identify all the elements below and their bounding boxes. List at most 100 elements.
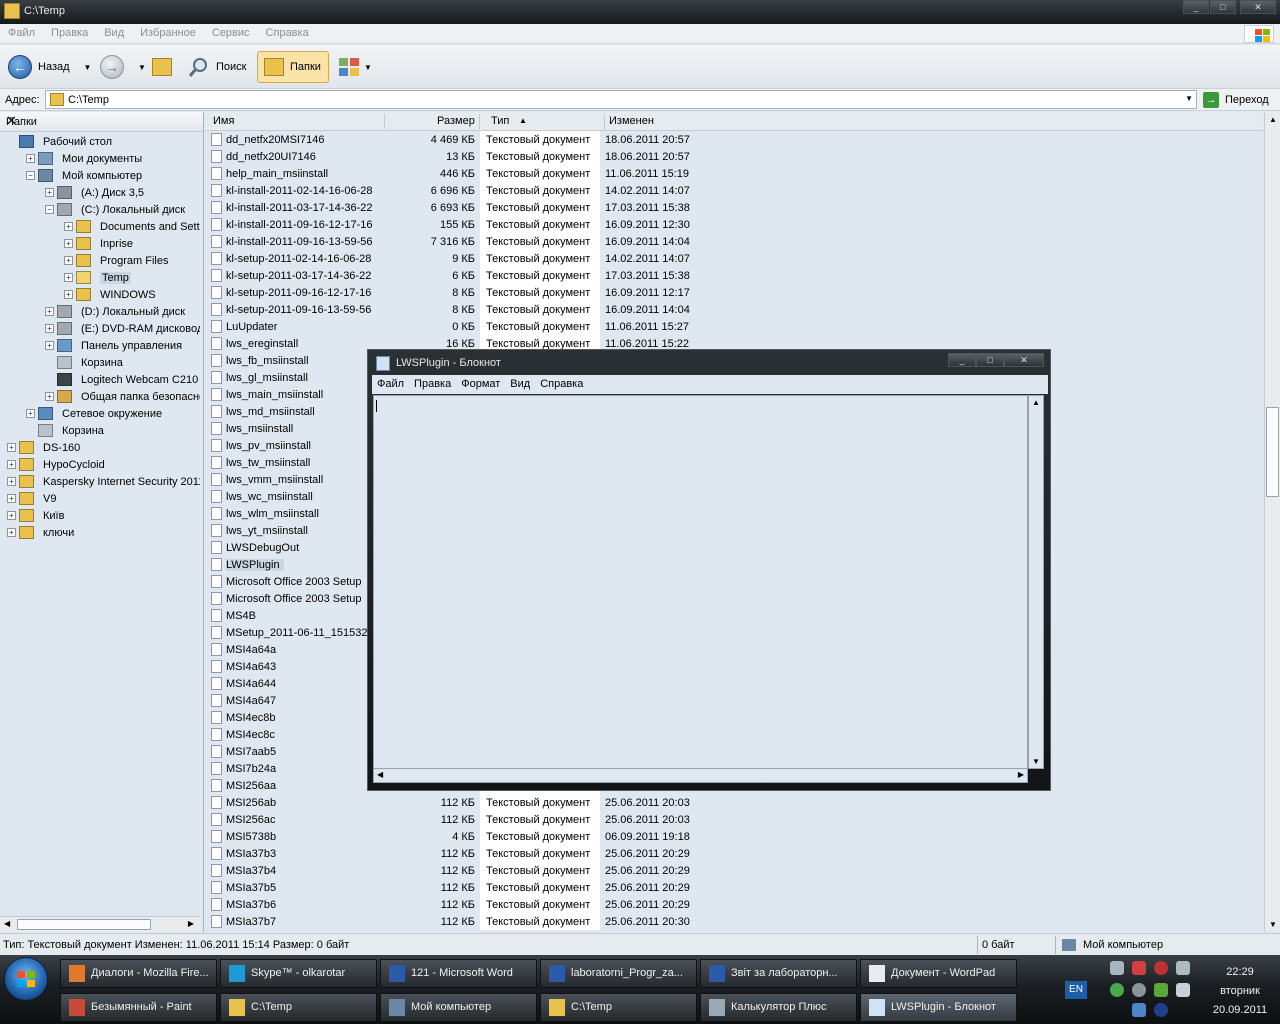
tree-item[interactable]: + (E:) DVD-RAM дисковод [0,321,200,338]
notepad-maximize-button[interactable]: □ [976,353,1004,367]
file-row[interactable]: kl-install-2011-02-14-16-06-28 6 696 КБ Те… [205,182,1263,199]
file-row[interactable]: kl-install-2011-03-17-14-36-22 6 693 КБ Те… [205,199,1263,216]
close-icon[interactable]: ✕ [6,113,191,129]
tree-item[interactable]: + Inprise [0,236,200,253]
notepad-horizontal-scrollbar[interactable]: ◀ ▶ [373,768,1028,783]
tray-network-icon[interactable] [1110,983,1124,997]
scroll-thumb[interactable] [17,919,151,930]
expand-icon[interactable]: + [45,188,54,197]
column-size[interactable]: Размер [437,115,475,127]
menu-view[interactable]: Вид [96,24,132,39]
folders-button[interactable]: Папки [257,51,329,83]
expand-icon[interactable]: + [7,443,16,452]
tree-item[interactable]: Рабочий стол [0,134,200,151]
notepad-menu-view[interactable]: Вид [505,375,535,390]
horizontal-scrollbar[interactable]: ◀ ▶ [0,916,200,932]
tray-security-icon[interactable] [1132,961,1146,975]
tree-item[interactable]: + Панель управления [0,338,200,355]
menu-tools[interactable]: Сервис [204,24,258,39]
vertical-scrollbar[interactable]: ▲ ▼ [1264,112,1280,932]
tree-item[interactable]: + Program Files [0,253,200,270]
start-button[interactable] [4,957,48,1001]
expand-icon[interactable]: + [7,494,16,503]
address-input[interactable]: C:\Temp ▼ [45,90,1197,109]
expand-icon[interactable]: + [64,256,73,265]
tree-item[interactable]: + Сетевое окружение [0,406,200,423]
tray-app-icon[interactable] [1110,961,1124,975]
taskbar-button[interactable]: C:\Temp [540,993,697,1022]
tray-tool-icon[interactable] [1176,961,1190,975]
column-type[interactable]: Тип [491,115,509,127]
file-row[interactable]: LuUpdater 0 КБ Текстовый документ 11.06.201… [205,318,1263,335]
file-row[interactable]: MSIa37b5 112 КБ Текстовый документ 25.06.20… [205,879,1263,896]
menu-help[interactable]: Справка [258,24,317,39]
maximize-button[interactable]: □ [1210,0,1236,14]
notepad-close-button[interactable]: ✕ [1004,353,1044,367]
tray-bluetooth-icon[interactable] [1154,1003,1168,1017]
column-modified[interactable]: Изменен [609,115,654,127]
column-name[interactable]: Имя [213,115,234,127]
collapse-icon[interactable]: − [26,171,35,180]
tree-item[interactable]: + HypoCycloid [0,457,200,474]
tree-item[interactable]: − (C:) Локальный диск [0,202,200,219]
scroll-up-icon[interactable]: ▲ [1269,115,1277,124]
scroll-down-icon[interactable]: ▼ [1032,757,1040,766]
scroll-left-icon[interactable]: ◀ [4,919,10,928]
tree-item[interactable]: + Documents and Settings [0,219,200,236]
file-row[interactable]: kl-install-2011-09-16-12-17-16 155 КБ Текс… [205,216,1263,233]
expand-icon[interactable]: + [7,477,16,486]
notepad-menu-edit[interactable]: Правка [409,375,456,390]
taskbar-button[interactable]: Калькулятор Плюс [700,993,857,1022]
views-button[interactable]: ▼ [338,51,372,83]
search-button[interactable]: Поиск [188,51,246,83]
tree-item[interactable]: + Мои документы [0,151,200,168]
tree-item[interactable]: + Kaspersky Internet Security 2011 [0,474,200,491]
volume-icon[interactable] [1176,983,1190,997]
scroll-left-icon[interactable]: ◀ [377,770,383,779]
taskbar-button[interactable]: 121 - Microsoft Word [380,959,537,988]
go-button[interactable]: → Переход [1203,90,1275,109]
tree-item[interactable]: + (D:) Локальный диск [0,304,200,321]
tree-item[interactable]: + (A:) Диск 3,5 [0,185,200,202]
file-row[interactable]: MSI256ab 112 КБ Текстовый документ 25.06.20… [205,794,1263,811]
tray-webcam-icon[interactable] [1132,983,1146,997]
scroll-down-icon[interactable]: ▼ [1269,920,1277,929]
expand-icon[interactable]: + [7,460,16,469]
file-row[interactable]: kl-setup-2011-09-16-12-17-16 8 КБ Текстовы… [205,284,1263,301]
taskbar-button[interactable]: laboratorni_Progr_za... [540,959,697,988]
taskbar-button[interactable]: Skype™ - olkarotar [220,959,377,988]
expand-icon[interactable]: + [64,290,73,299]
file-row[interactable]: dd_netfx20UI7146 13 КБ Текстовый документ 1… [205,148,1263,165]
back-button[interactable]: ← Назад ▼ [8,51,91,83]
chevron-down-icon[interactable]: ▼ [84,63,92,72]
close-button[interactable]: ✕ [1240,0,1276,14]
tray-graphics-icon[interactable] [1154,983,1168,997]
taskbar-button[interactable]: Звіт за лабораторн... [700,959,857,988]
tree-item[interactable]: + ключи [0,525,200,542]
tree-item[interactable]: − Мой компьютер [0,168,200,185]
forward-button[interactable]: → ▼ [100,51,146,83]
tree-item[interactable]: + Temp [0,270,200,287]
file-row[interactable]: kl-setup-2011-09-16-13-59-56 8 КБ Текстовы… [205,301,1263,318]
taskbar-button[interactable]: Мой компьютер [380,993,537,1022]
taskbar-button[interactable]: Безымянный - Paint [60,993,217,1022]
taskbar-button[interactable]: Документ - WordPad [860,959,1017,988]
chevron-down-icon[interactable]: ▼ [138,63,146,72]
tray-alert-icon[interactable] [1154,961,1168,975]
expand-icon[interactable]: + [45,392,54,401]
file-row[interactable]: MSIa37b4 112 КБ Текстовый документ 25.06.20… [205,862,1263,879]
expand-icon[interactable]: + [7,511,16,520]
tree-item[interactable]: + WINDOWS [0,287,200,304]
taskbar-button[interactable]: LWSPlugin - Блокнот [860,993,1017,1022]
menu-file[interactable]: Файл [0,24,43,39]
file-row[interactable]: help_main_msiinstall 446 КБ Текстовый доку… [205,165,1263,182]
expand-icon[interactable]: + [45,324,54,333]
taskbar-button[interactable]: Диалоги - Mozilla Fire... [60,959,217,988]
tree-item[interactable]: Корзина [0,423,200,440]
taskbar-button[interactable]: C:\Temp [220,993,377,1022]
tree-item[interactable]: + Общая папка безопасности [0,389,200,406]
expand-icon[interactable]: + [26,409,35,418]
expand-icon[interactable]: + [7,528,16,537]
menu-edit[interactable]: Правка [43,24,96,39]
file-row[interactable]: MSIa37b3 112 КБ Текстовый документ 25.06.20… [205,845,1263,862]
